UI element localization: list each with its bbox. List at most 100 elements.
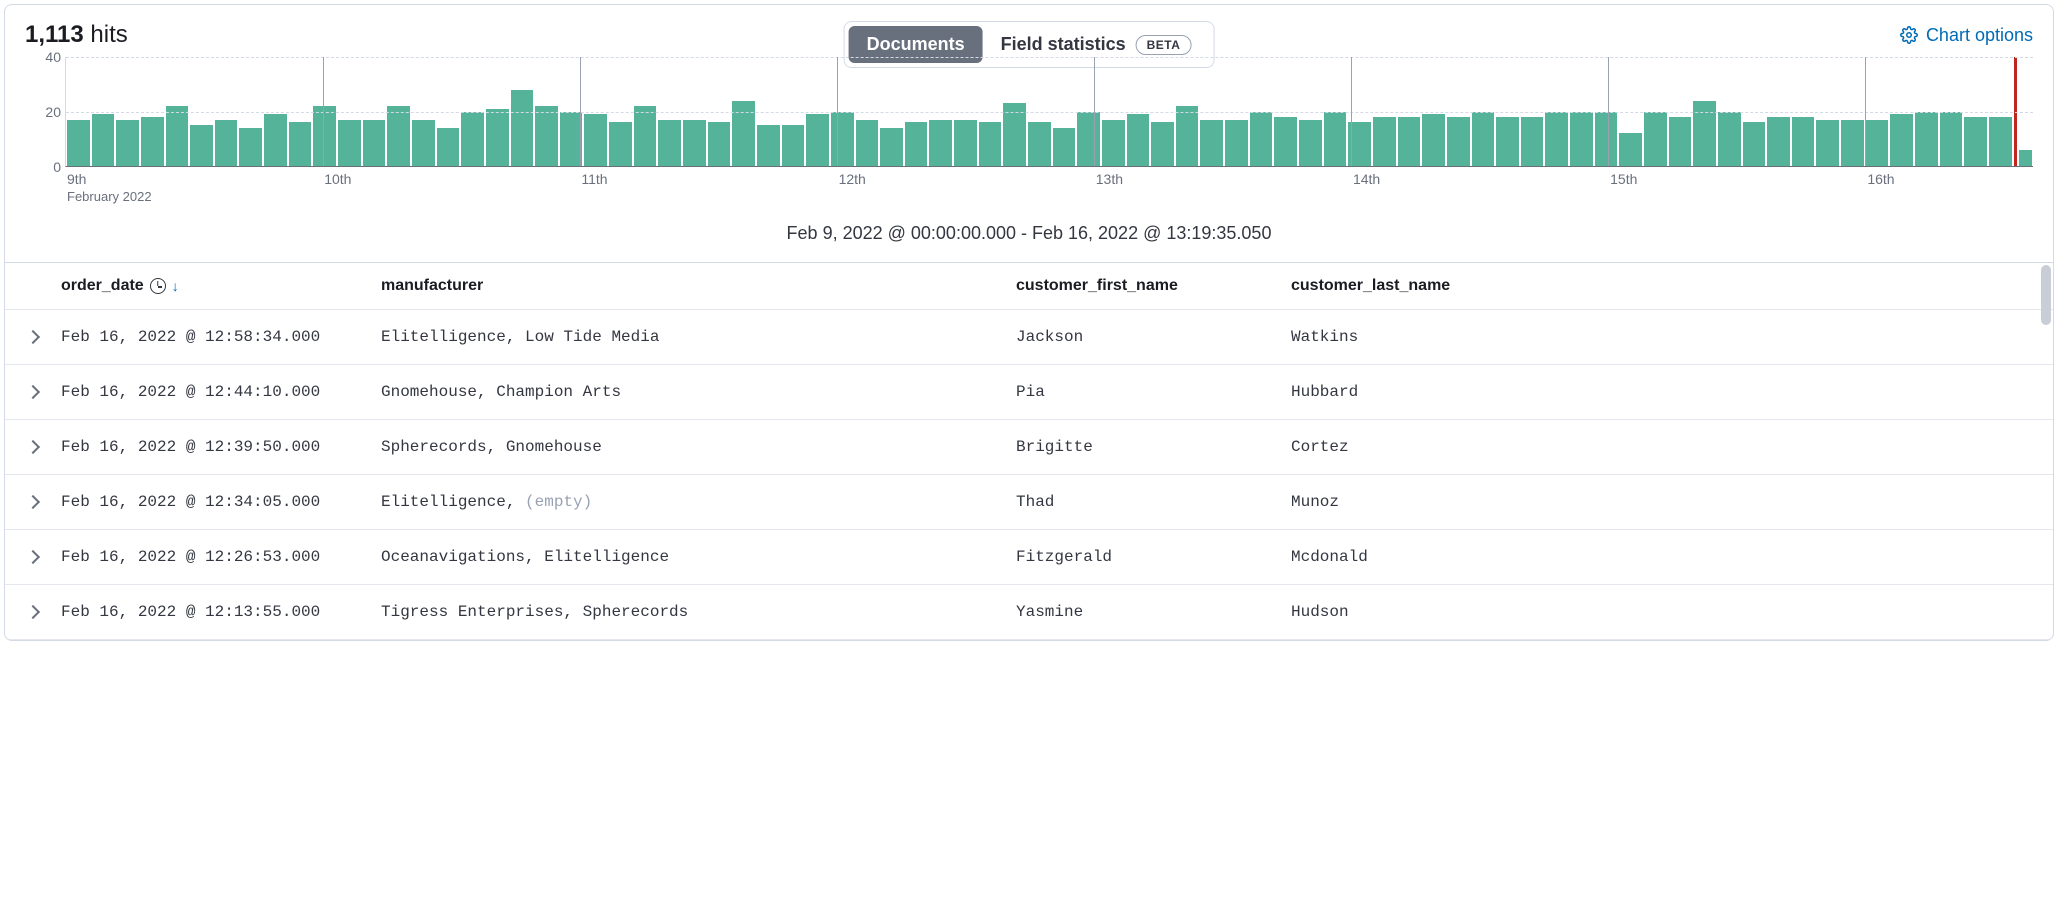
histogram-chart[interactable]: 40 20 0 9thFebruary 202210th11th12th13th… [5,57,2053,211]
expand-row-toggle[interactable] [5,442,61,452]
table-header: order_date ↓ manufacturer customer_first… [5,263,2053,310]
day-gridline [837,57,838,166]
histogram-bar [806,114,829,166]
cell-manufacturer: Elitelligence, Low Tide Media [381,328,1016,346]
histogram-bar [289,122,312,166]
cell-first-name: Yasmine [1016,603,1291,621]
y-tick-20: 20 [45,104,61,120]
cell-first-name: Fitzgerald [1016,548,1291,566]
expand-row-toggle[interactable] [5,387,61,397]
cell-first-name: Thad [1016,493,1291,511]
histogram-bar [634,106,657,166]
chart-options-label: Chart options [1926,25,2033,46]
chevron-right-icon [26,385,40,399]
expand-row-toggle[interactable] [5,552,61,562]
histogram-bar [1792,117,1815,166]
histogram-bar [1102,120,1125,166]
histogram-bar [979,122,1002,166]
histogram-bar [264,114,287,166]
histogram-bar [1299,120,1322,166]
x-tick: 13th [1096,171,1123,187]
cell-last-name: Cortez [1291,438,2053,456]
col-header-last-name-label: customer_last_name [1291,277,1450,295]
gear-icon [1900,26,1918,44]
histogram-bar [67,120,90,166]
histogram-bar [1151,122,1174,166]
histogram-bar [1472,112,1495,167]
histogram-bar [1545,112,1568,167]
col-header-last-name[interactable]: customer_last_name [1291,277,2053,295]
results-table: order_date ↓ manufacturer customer_first… [5,262,2053,640]
histogram-bar [954,120,977,166]
histogram-bar [856,120,879,166]
histogram-bar [658,120,681,166]
histogram-bar [880,128,903,166]
expand-row-toggle[interactable] [5,497,61,507]
histogram-bar [1225,120,1248,166]
x-tick: 12th [839,171,866,187]
x-tick: 9thFebruary 2022 [67,171,152,204]
table-row: Feb 16, 2022 @ 12:39:50.000Spherecords, … [5,420,2053,475]
histogram-bar [2019,150,2033,166]
histogram-bar [1447,117,1470,166]
bars-area [65,57,2033,167]
histogram-bar [338,120,361,166]
clock-icon [150,278,166,294]
cell-first-name: Brigitte [1016,438,1291,456]
scrollbar-thumb[interactable] [2041,265,2051,325]
cell-order-date: Feb 16, 2022 @ 12:58:34.000 [61,328,381,346]
histogram-bar [461,112,484,167]
histogram-bar [1644,112,1667,167]
x-tick: 15th [1610,171,1637,187]
y-axis: 40 20 0 [25,57,61,167]
histogram-bar [313,106,336,166]
histogram-bar [1619,133,1642,166]
histogram-bar [1767,117,1790,166]
histogram-bar [535,106,558,166]
chevron-right-icon [26,605,40,619]
histogram-bar [239,128,262,166]
histogram-bar [1003,103,1026,166]
cell-last-name: Munoz [1291,493,2053,511]
x-tick: 11th [581,171,607,187]
col-header-first-name[interactable]: customer_first_name [1016,277,1291,295]
histogram-bar [1274,117,1297,166]
cell-order-date: Feb 16, 2022 @ 12:13:55.000 [61,603,381,621]
histogram-bar [584,114,607,166]
histogram-bar [1841,120,1864,166]
histogram-bar [1570,112,1593,167]
histogram-bar [1422,114,1445,166]
chevron-right-icon [26,495,40,509]
expand-row-toggle[interactable] [5,332,61,342]
expand-row-toggle[interactable] [5,607,61,617]
chart-options-button[interactable]: Chart options [1900,25,2033,46]
histogram-bar [1324,112,1347,167]
col-header-order-date-label: order_date [61,277,144,295]
chevron-right-icon [26,440,40,454]
table-row: Feb 16, 2022 @ 12:58:34.000Elitelligence… [5,310,2053,365]
histogram-bar [1053,128,1076,166]
histogram-bar [1127,114,1150,166]
table-row: Feb 16, 2022 @ 12:44:10.000Gnomehouse, C… [5,365,2053,420]
col-header-manufacturer[interactable]: manufacturer [381,277,1016,295]
col-header-first-name-label: customer_first_name [1016,277,1178,295]
histogram-bar [732,101,755,166]
histogram-bar [1176,106,1199,166]
histogram-bar [1816,120,1839,166]
day-gridline [580,57,581,166]
histogram-bar [1940,112,1963,167]
x-tick: 14th [1353,171,1380,187]
cell-manufacturer: Gnomehouse, Champion Arts [381,383,1016,401]
histogram-bar [1250,112,1273,167]
histogram-bar [1077,112,1100,167]
day-gridline [1608,57,1609,166]
chevron-right-icon [26,330,40,344]
histogram-bar [1743,122,1766,166]
beta-badge: BETA [1136,35,1192,55]
col-header-order-date[interactable]: order_date ↓ [61,277,381,295]
day-gridline [1351,57,1352,166]
histogram-bar [1866,120,1889,166]
histogram-bar [929,120,952,166]
cell-last-name: Hubbard [1291,383,2053,401]
histogram-bar [905,122,928,166]
